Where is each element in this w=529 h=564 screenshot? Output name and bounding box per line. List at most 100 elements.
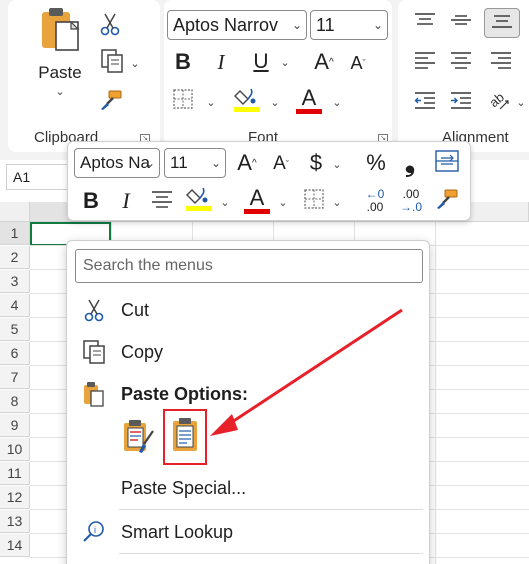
mini-center-button[interactable] <box>148 186 176 216</box>
paste-dropdown-icon[interactable]: ⌄ <box>55 85 64 98</box>
menu-item-cut[interactable]: Cut <box>67 291 429 329</box>
format-painter-button[interactable] <box>96 88 126 116</box>
row-header[interactable]: 3 <box>0 270 30 293</box>
align-right-button[interactable] <box>488 50 514 74</box>
row-header[interactable]: 7 <box>0 366 30 389</box>
clipboard-icon <box>67 381 121 407</box>
font-size-box[interactable]: 11 ⌄ <box>310 10 388 40</box>
mini-wrap-text-button[interactable] <box>432 148 462 178</box>
row-header[interactable]: 9 <box>0 414 30 437</box>
underline-button[interactable]: U <box>248 48 274 76</box>
fill-bucket-icon <box>186 184 212 217</box>
mini-font-color-button[interactable]: A <box>242 184 272 216</box>
mini-shrink-font-button[interactable]: Aˇ <box>266 150 296 178</box>
cut-button[interactable] <box>96 12 124 40</box>
align-right-icon <box>490 51 512 74</box>
smart-lookup-icon: i <box>67 520 121 544</box>
fill-color-dropdown-icon[interactable]: ⌄ <box>268 94 282 110</box>
mini-grow-font-button[interactable]: A ^ <box>232 148 262 178</box>
row-header[interactable]: 8 <box>0 390 30 413</box>
row-header[interactable]: 10 <box>0 438 30 461</box>
mini-currency-button[interactable]: $ <box>304 148 328 178</box>
borders-dropdown-icon[interactable]: ⌄ <box>204 94 218 110</box>
mini-increase-decimal-button[interactable]: ←0 .00 <box>358 184 392 218</box>
mini-fill-color-dropdown-icon[interactable]: ⌄ <box>218 194 232 210</box>
menu-item-copy-label: Copy <box>121 341 164 362</box>
grow-font-label: A <box>314 49 329 74</box>
grid-line <box>435 222 436 564</box>
format-painter-icon <box>99 89 123 116</box>
context-menu: Search the menus Cut Copy Paste Options:… <box>66 240 430 564</box>
highlight-box <box>163 409 207 465</box>
paste-button[interactable]: Paste ⌄ <box>28 6 92 116</box>
orientation-button[interactable]: ab <box>486 88 512 116</box>
paste-keep-formatting-button[interactable] <box>119 417 159 461</box>
row-header[interactable]: 5 <box>0 318 30 341</box>
mini-borders-dropdown-icon[interactable]: ⌄ <box>330 194 344 210</box>
scissors-icon <box>67 298 121 322</box>
row-header[interactable]: 6 <box>0 342 30 365</box>
grow-font-button[interactable]: A ^ <box>310 48 338 76</box>
bottom-align-icon <box>491 14 513 33</box>
menu-item-paste-options: Paste Options: <box>67 375 429 413</box>
row-header[interactable]: 2 <box>0 246 30 269</box>
mini-font-name-dropdown-icon[interactable]: ⌄ <box>145 149 155 177</box>
borders-button[interactable] <box>170 88 196 114</box>
fill-color-button[interactable] <box>232 86 262 116</box>
mini-format-painter-button[interactable] <box>432 186 462 216</box>
menu-item-copy[interactable]: Copy <box>67 333 429 371</box>
mini-fill-color-button[interactable] <box>184 184 214 216</box>
paste-options-heading: Paste Options: <box>121 383 249 404</box>
mini-font-name-box[interactable]: Aptos Na ⌄ <box>74 148 160 178</box>
menu-item-paste-special[interactable]: Paste Special... <box>67 469 429 507</box>
increase-indent-button[interactable] <box>448 90 474 114</box>
mini-bold-button[interactable]: B <box>78 186 104 216</box>
menu-item-paste-special-label: Paste Special... <box>121 477 247 498</box>
format-painter-icon <box>435 188 459 215</box>
row-header[interactable]: 4 <box>0 294 30 317</box>
mini-font-size-box[interactable]: 11 ⌄ <box>164 148 226 178</box>
font-size-dropdown-icon[interactable]: ⌄ <box>373 11 383 39</box>
bold-button[interactable]: B <box>170 48 196 76</box>
copy-dropdown-icon[interactable]: ⌄ <box>130 57 139 70</box>
align-center-button[interactable] <box>448 50 474 74</box>
shrink-font-button[interactable]: Aˇ <box>344 50 372 76</box>
menu-separator <box>119 553 423 554</box>
mini-percent-button[interactable]: % <box>362 148 390 178</box>
font-color-button[interactable]: A <box>294 84 324 116</box>
mini-font-name-value: Aptos Na <box>80 153 150 172</box>
search-menus-input[interactable]: Search the menus <box>75 249 423 283</box>
row-header[interactable]: 1 <box>0 222 30 245</box>
align-left-button[interactable] <box>412 50 438 74</box>
menu-item-smart-lookup[interactable]: i Smart Lookup <box>67 513 429 551</box>
center-align-icon <box>151 190 173 213</box>
mini-font-color-swatch <box>244 208 270 214</box>
row-header[interactable]: 13 <box>0 510 30 533</box>
shrink-font-label: A <box>350 52 363 73</box>
italic-button[interactable]: I <box>208 48 234 76</box>
decrease-indent-button[interactable] <box>412 90 438 114</box>
font-color-dropdown-icon[interactable]: ⌄ <box>330 94 344 110</box>
mini-font-size-dropdown-icon[interactable]: ⌄ <box>211 149 221 177</box>
top-align-button[interactable] <box>412 10 438 34</box>
copy-button[interactable]: ⌄ <box>94 48 146 78</box>
mini-decrease-decimal-button[interactable]: .00 →.0 <box>394 184 428 218</box>
middle-align-button[interactable] <box>448 10 474 34</box>
mini-italic-button[interactable]: I <box>114 186 138 216</box>
mini-font-color-dropdown-icon[interactable]: ⌄ <box>276 194 290 210</box>
row-header[interactable]: 14 <box>0 534 30 557</box>
mini-borders-button[interactable] <box>300 186 328 216</box>
underline-dropdown-icon[interactable]: ⌄ <box>278 54 292 70</box>
orientation-dropdown-icon[interactable]: ⌄ <box>514 94 528 110</box>
bottom-align-button[interactable] <box>484 8 520 38</box>
name-box[interactable]: A1 <box>6 164 72 190</box>
align-center-icon <box>450 51 472 74</box>
mini-comma-button[interactable]: ❟ <box>398 147 422 178</box>
font-name-box[interactable]: Aptos Narrov ⌄ <box>167 10 307 40</box>
top-align-icon <box>414 12 436 32</box>
select-all-corner[interactable] <box>0 202 30 222</box>
row-header[interactable]: 12 <box>0 486 30 509</box>
font-name-dropdown-icon[interactable]: ⌄ <box>292 11 302 39</box>
row-header[interactable]: 11 <box>0 462 30 485</box>
mini-currency-dropdown-icon[interactable]: ⌄ <box>330 156 344 172</box>
